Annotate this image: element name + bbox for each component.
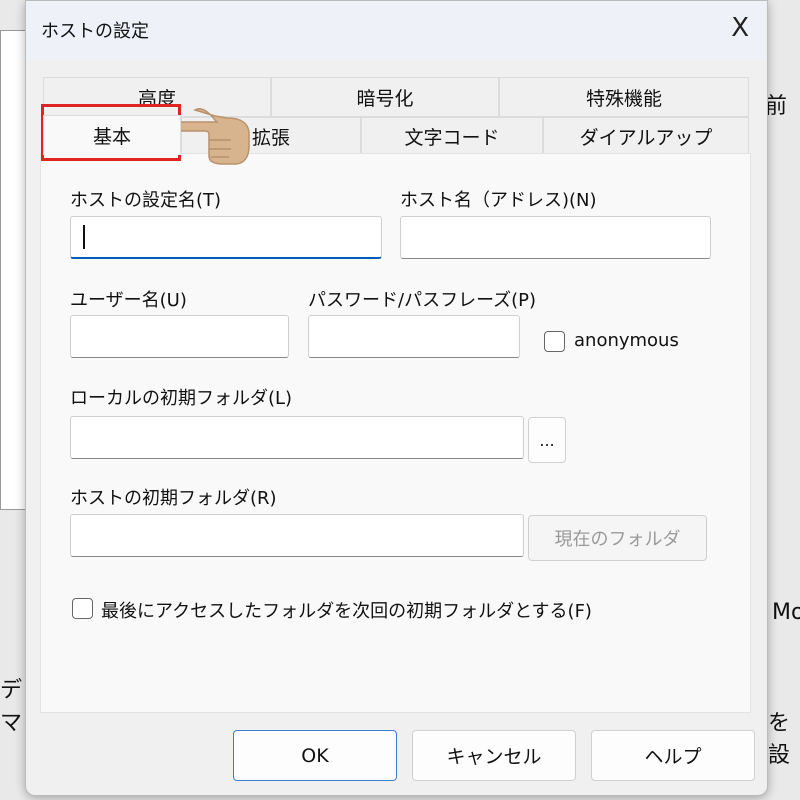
background-text: を設 — [768, 711, 791, 768]
background-text: Mo — [772, 600, 800, 625]
last-folder-checkbox[interactable] — [72, 598, 93, 619]
title-bar: ホストの設定 — [26, 1, 767, 59]
anonymous-label: anonymous — [574, 330, 679, 351]
dialog-title: ホストの設定 — [41, 21, 149, 42]
anonymous-checkbox[interactable] — [544, 331, 565, 352]
text-caret — [83, 225, 85, 249]
background-text: デ — [0, 678, 23, 703]
host-setting-name-input[interactable] — [70, 216, 382, 259]
help-button[interactable]: ヘルプ — [591, 730, 755, 781]
password-label: パスワード/パスフレーズ(P) — [308, 290, 537, 311]
host-folder-input[interactable] — [70, 514, 524, 557]
host-name-label: ホスト名（アドレス)(N) — [400, 190, 597, 211]
local-folder-input[interactable] — [70, 416, 524, 459]
host-settings-dialog: ホストの設定 X 高度 暗号化 特殊機能 基本 拡張 文字コード ダイアルアップ… — [25, 0, 768, 796]
tab-basic[interactable]: 基本 — [43, 115, 181, 155]
current-folder-button[interactable]: 現在のフォルダ — [528, 515, 707, 561]
cancel-button[interactable]: キャンセル — [412, 730, 576, 781]
tab-dialup[interactable]: ダイアルアップ — [543, 117, 749, 155]
local-folder-label: ローカルの初期フォルダ(L) — [70, 388, 293, 409]
tab-encryption[interactable]: 暗号化 — [271, 77, 499, 117]
browse-local-folder-button[interactable]: ... — [528, 417, 566, 463]
user-name-label: ユーザー名(U) — [70, 290, 187, 311]
tab-special[interactable]: 特殊機能 — [499, 77, 749, 117]
ok-button[interactable]: OK — [233, 730, 397, 781]
last-folder-label: 最後にアクセスしたフォルダを次回の初期フォルダとする(F) — [101, 601, 592, 622]
host-name-input[interactable] — [400, 216, 711, 259]
close-button[interactable]: X — [731, 13, 749, 43]
basic-tab-panel: ホストの設定名(T) ホスト名（アドレス)(N) ユーザー名(U) パスワード/… — [40, 153, 751, 713]
host-folder-label: ホストの初期フォルダ(R) — [70, 488, 277, 509]
tab-charset[interactable]: 文字コード — [361, 117, 543, 155]
background-text: マ — [0, 711, 23, 736]
background-text: 前 — [765, 94, 788, 119]
host-setting-name-label: ホストの設定名(T) — [70, 190, 222, 211]
user-name-input[interactable] — [70, 315, 289, 358]
password-input[interactable] — [308, 315, 520, 358]
